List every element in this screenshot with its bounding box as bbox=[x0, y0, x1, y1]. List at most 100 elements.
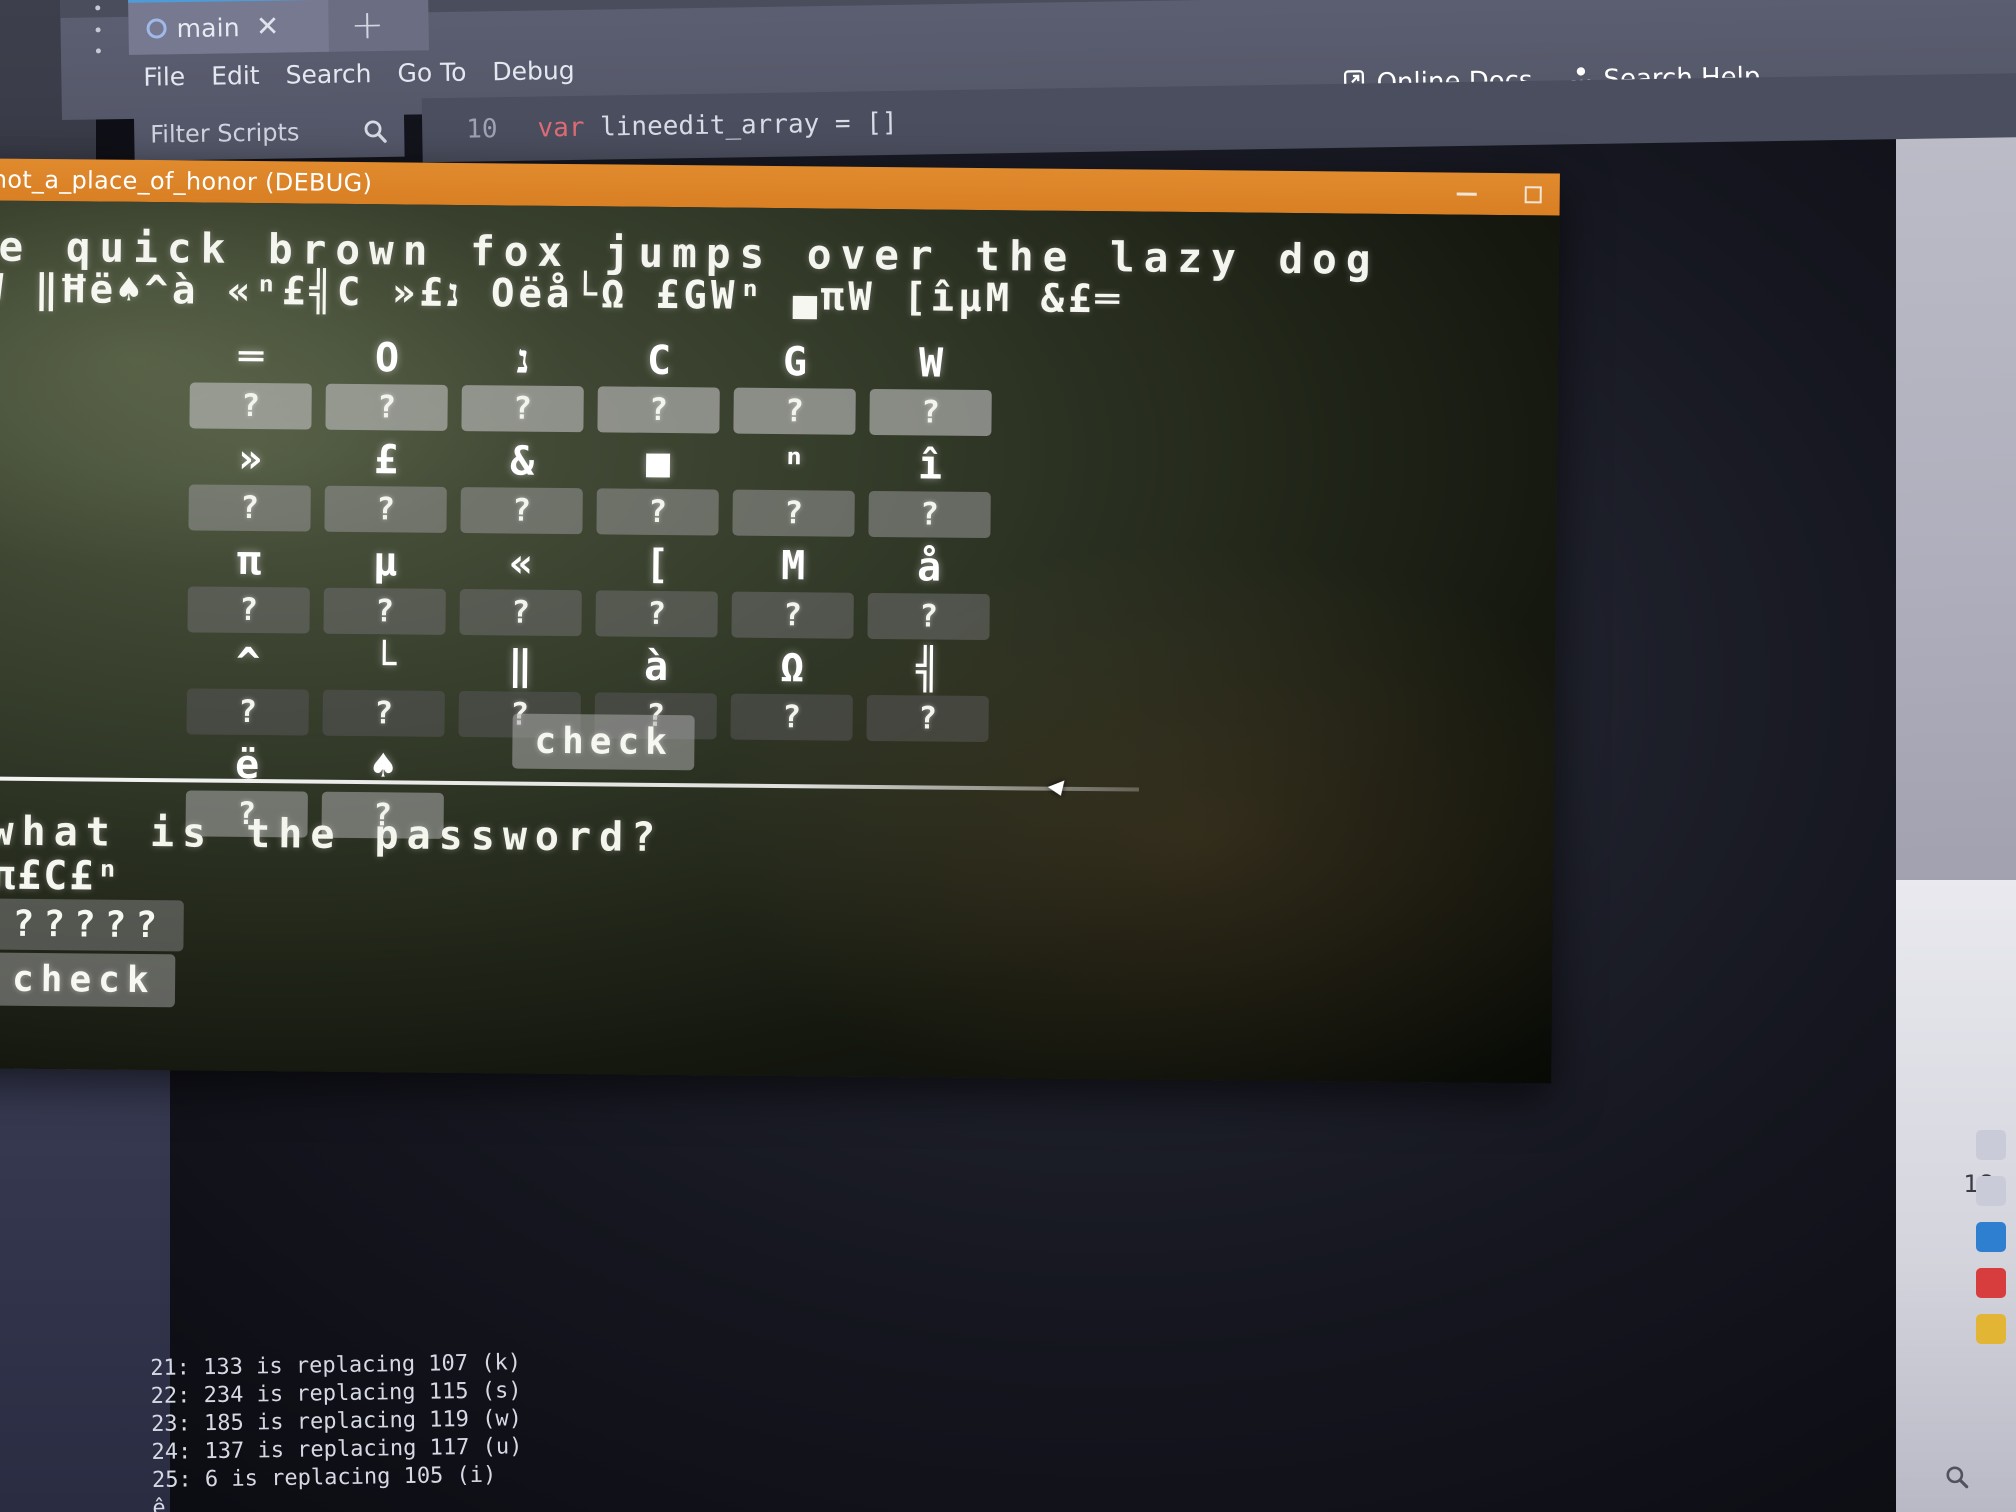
glyph-cell: ■ ? bbox=[596, 436, 719, 536]
glyph-cell: » ? bbox=[188, 432, 311, 532]
glyph-guess-input[interactable]: ? bbox=[189, 382, 312, 430]
tool-chip-icon[interactable] bbox=[1976, 1176, 2006, 1206]
right-tool-strip bbox=[1976, 1130, 2006, 1344]
glyph-cell: [ ? bbox=[595, 538, 718, 638]
warning-yellow-icon[interactable] bbox=[1976, 1314, 2006, 1344]
filter-scripts-input[interactable]: Filter Scripts bbox=[133, 104, 405, 161]
glyph-symbol: M bbox=[780, 543, 806, 590]
glyph-guess-input[interactable]: ? bbox=[730, 693, 853, 741]
glyph-cell: נ ? bbox=[461, 333, 584, 433]
glyph-guess-input[interactable]: ? bbox=[595, 590, 718, 638]
check-button-top[interactable]: check bbox=[512, 713, 696, 771]
glyph-symbol: ■ bbox=[645, 439, 671, 487]
menu-edit[interactable]: Edit bbox=[211, 61, 260, 91]
glyph-row: π ? μ ? « ? [ ? M ? å ? bbox=[187, 534, 990, 641]
code-line-number: 10 bbox=[465, 114, 498, 145]
glyph-symbol: ═ bbox=[238, 333, 264, 381]
close-icon[interactable]: ✕ bbox=[256, 10, 280, 43]
glyph-cell: O ? bbox=[325, 332, 448, 431]
glyph-cell: μ ? bbox=[323, 536, 446, 635]
glyph-symbol: ♠ bbox=[370, 743, 396, 790]
mouse-cursor-icon bbox=[1047, 780, 1070, 800]
glyph-cell: ⁿ ? bbox=[732, 438, 855, 537]
window-controls bbox=[1456, 173, 1542, 216]
glyph-symbol: ⁿ bbox=[781, 441, 807, 488]
glyph-guess-input[interactable]: ? bbox=[323, 587, 446, 635]
glyph-row: » ? £ ? & ? ■ ? ⁿ ? î ? bbox=[188, 432, 991, 539]
glyph-symbol: נ bbox=[516, 336, 530, 383]
panel-drag-handle-icon[interactable] bbox=[88, 5, 107, 54]
glyph-symbol: ╣ bbox=[915, 646, 941, 693]
glyph-symbol: └ bbox=[371, 641, 397, 688]
glyph-guess-input[interactable]: ? bbox=[868, 490, 991, 539]
glyph-symbol: » bbox=[237, 435, 263, 483]
glyph-guess-input[interactable]: ? bbox=[869, 388, 992, 437]
error-red-icon[interactable] bbox=[1976, 1268, 2006, 1298]
menu-search[interactable]: Search bbox=[285, 59, 371, 89]
minimize-icon[interactable] bbox=[1456, 192, 1477, 196]
glyph-symbol: [ bbox=[644, 541, 670, 589]
glyph-symbol: μ bbox=[372, 539, 398, 586]
screen-photo: main ✕ + File Edit Search Go To Debug Fi… bbox=[0, 0, 2016, 1512]
password-input[interactable]: ????? bbox=[0, 898, 185, 952]
password-cipher-text: π£C£ⁿ bbox=[0, 852, 122, 900]
glyph-symbol: C bbox=[646, 337, 672, 385]
glyph-symbol: ^ bbox=[235, 639, 261, 687]
glyph-cell: Ω ? bbox=[730, 642, 853, 741]
glyph-symbol: O bbox=[374, 335, 400, 382]
glyph-cell: å ? bbox=[867, 541, 990, 641]
menu-file[interactable]: File bbox=[143, 62, 185, 92]
glyph-symbol: « bbox=[508, 540, 534, 587]
glyph-guess-input[interactable]: ? bbox=[461, 385, 584, 433]
glyph-symbol: & bbox=[509, 438, 535, 485]
glyph-cell: W ? bbox=[869, 337, 992, 437]
glyph-guess-input[interactable]: ? bbox=[187, 586, 310, 634]
notification-blue-icon[interactable] bbox=[1976, 1222, 2006, 1252]
glyph-symbol: î bbox=[917, 442, 943, 489]
filter-scripts-placeholder: Filter Scripts bbox=[150, 118, 300, 149]
glyph-cell: π ? bbox=[187, 534, 310, 634]
glyph-guess-input[interactable]: ? bbox=[597, 386, 720, 434]
glyph-guess-input[interactable]: ? bbox=[324, 485, 447, 533]
unsaved-indicator-icon bbox=[146, 18, 167, 39]
status-search-icon[interactable] bbox=[1944, 1464, 1970, 1490]
glyph-guess-input[interactable]: ? bbox=[867, 592, 990, 641]
debug-game-window: not_a_place_of_honor (DEBUG) the quick b… bbox=[0, 158, 1560, 1084]
code-keyword: var bbox=[537, 112, 585, 144]
glyph-guess-input[interactable]: ? bbox=[596, 488, 719, 536]
glyph-guess-input[interactable]: ? bbox=[188, 484, 311, 532]
menu-goto[interactable]: Go To bbox=[397, 58, 466, 88]
glyph-symbol: π bbox=[236, 537, 262, 585]
glyph-guess-input[interactable]: ? bbox=[322, 689, 445, 737]
glyph-guess-input[interactable]: ? bbox=[731, 591, 854, 639]
glyph-symbol: ‖ bbox=[507, 642, 533, 689]
script-tab-label: main bbox=[176, 12, 241, 43]
glyph-row: ═ ? O ? נ ? C ? G ? W ? bbox=[189, 330, 992, 437]
game-viewport: the quick brown fox jumps over the lazy … bbox=[0, 199, 1560, 1084]
glyph-guess-input[interactable]: ? bbox=[325, 383, 448, 431]
glyph-guess-input[interactable]: ? bbox=[459, 589, 582, 637]
plus-icon[interactable]: + bbox=[350, 2, 384, 49]
search-icon bbox=[362, 118, 388, 144]
menu-debug[interactable]: Debug bbox=[492, 56, 575, 86]
debug-console-output: 21: 133 is replacing 107 (k) 22: 234 is … bbox=[150, 1328, 1852, 1512]
code-text: lineedit_array = [] bbox=[584, 107, 898, 143]
glyph-symbol: G bbox=[782, 339, 808, 386]
tool-chip-icon[interactable] bbox=[1976, 1130, 2006, 1160]
check-button-bottom[interactable]: check bbox=[0, 952, 176, 1008]
glyph-guess-input[interactable]: ? bbox=[186, 688, 309, 736]
glyph-symbol: W bbox=[918, 340, 944, 387]
glyph-guess-input[interactable]: ? bbox=[866, 694, 989, 743]
maximize-icon[interactable] bbox=[1524, 185, 1542, 203]
glyph-cell: ╣ ? bbox=[866, 643, 989, 743]
glyph-cell: └ ? bbox=[322, 638, 445, 737]
script-tab-main[interactable]: main ✕ bbox=[128, 0, 329, 55]
glyph-guess-input[interactable]: ? bbox=[733, 387, 856, 435]
glyph-symbol: £ bbox=[373, 437, 399, 484]
glyph-cell: ═ ? bbox=[189, 330, 312, 430]
glyph-symbol: à bbox=[643, 643, 669, 691]
glyph-guess-input[interactable]: ? bbox=[732, 489, 855, 537]
glyph-guess-input[interactable]: ? bbox=[460, 487, 583, 535]
glyph-cell: £ ? bbox=[324, 434, 447, 533]
script-tab-bar: main ✕ + bbox=[128, 0, 429, 55]
